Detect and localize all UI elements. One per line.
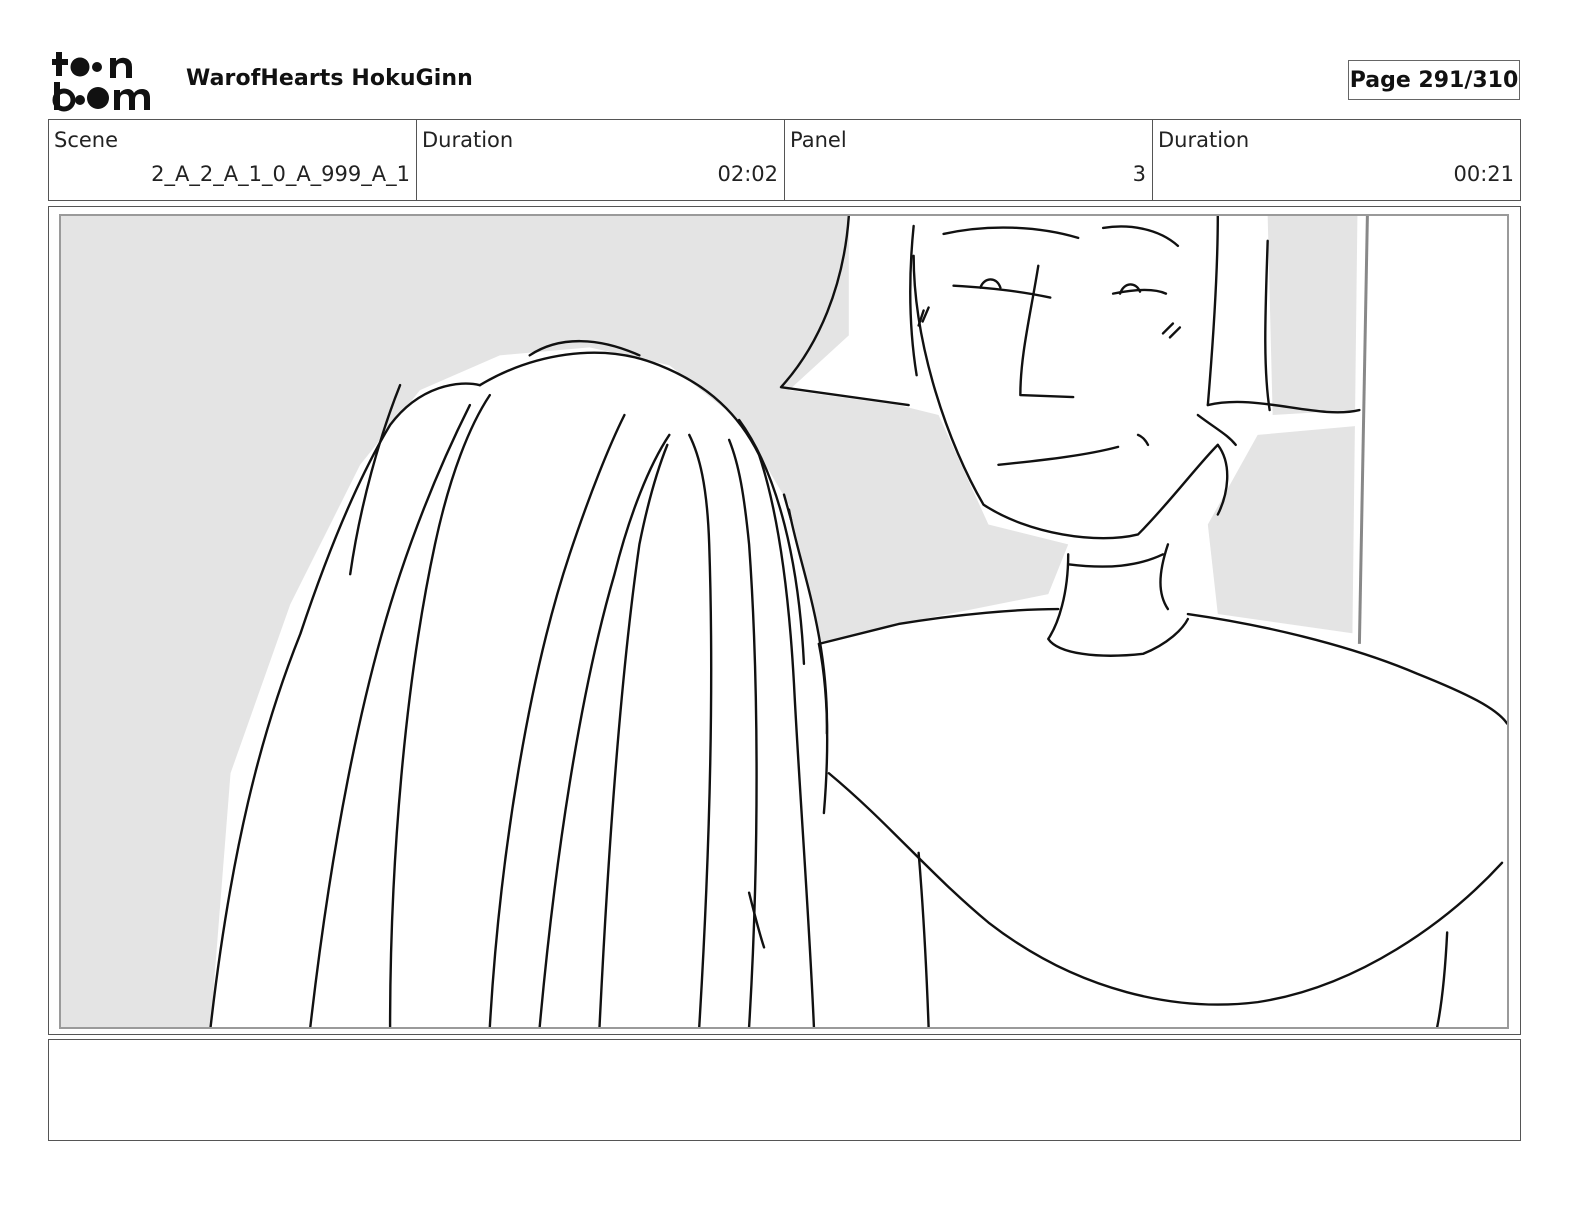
panel-notes-box xyxy=(48,1039,1521,1141)
sketch-drawing xyxy=(209,216,1507,1027)
scene-cell: Scene 2_A_2_A_1_0_A_999_A_1 xyxy=(49,120,417,200)
scene-duration-cell: Duration 02:02 xyxy=(417,120,785,200)
panel-value: 3 xyxy=(1132,162,1146,186)
panel-duration-value: 00:21 xyxy=(1453,162,1514,186)
panel-duration-cell: Duration 00:21 xyxy=(1153,120,1520,200)
project-title: WarofHearts HokuGinn xyxy=(186,66,473,91)
scene-duration-value: 02:02 xyxy=(717,162,778,186)
page-number: Page 291/310 xyxy=(1348,60,1520,100)
panel-label: Panel xyxy=(790,128,847,152)
scene-info-row: Scene 2_A_2_A_1_0_A_999_A_1 Duration 02:… xyxy=(48,119,1521,201)
scene-value: 2_A_2_A_1_0_A_999_A_1 xyxy=(151,162,410,186)
scene-label: Scene xyxy=(54,128,119,152)
toonboom-logo xyxy=(52,52,150,112)
storyboard-panel-frame xyxy=(48,206,1521,1035)
panel-cell: Panel 3 xyxy=(785,120,1153,200)
storyboard-panel-image xyxy=(59,214,1509,1029)
scene-duration-label: Duration xyxy=(422,128,514,152)
panel-duration-label: Duration xyxy=(1158,128,1250,152)
